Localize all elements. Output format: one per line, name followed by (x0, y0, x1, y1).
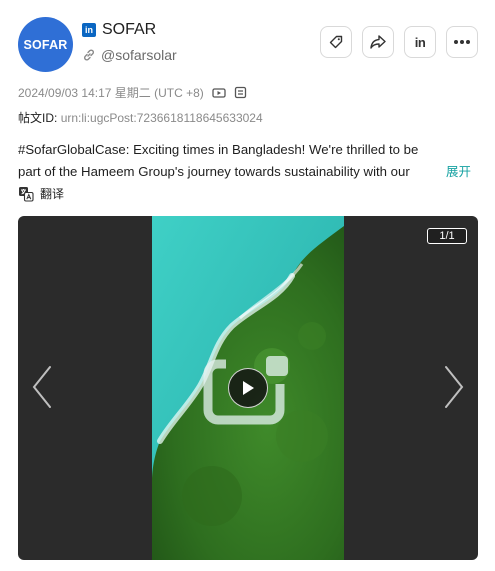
post-text-line: #SofarGlobalCase: Exciting times in Bang… (18, 142, 419, 157)
video-icon[interactable] (212, 87, 226, 99)
handle-row: @sofarsolar (82, 47, 177, 63)
prev-button[interactable] (28, 364, 56, 410)
expand-link[interactable]: 展开 (446, 161, 471, 183)
share-icon (370, 35, 386, 49)
translate-button[interactable]: 翻译 (18, 185, 64, 202)
account-name-row: in SOFAR (82, 21, 156, 39)
account-handle[interactable]: @sofarsolar (101, 47, 177, 63)
avatar-logo-text: SOFAR (23, 37, 68, 52)
more-icon (454, 40, 470, 44)
play-icon (243, 381, 254, 395)
action-buttons: in (320, 26, 478, 58)
tag-icon (329, 35, 343, 49)
post-text-line: part of the Hameem Group's journey towar… (18, 164, 410, 179)
link-icon (82, 48, 96, 62)
play-button[interactable] (228, 368, 268, 408)
linkedin-button[interactable]: in (404, 26, 436, 58)
chevron-right-icon (445, 366, 464, 408)
next-button[interactable] (440, 364, 468, 410)
linkedin-badge-icon: in (82, 23, 96, 37)
more-button[interactable] (446, 26, 478, 58)
translate-icon (19, 186, 34, 202)
chevron-left-icon (32, 366, 51, 408)
post-header: SOFAR in SOFAR @sofarsolar in (18, 17, 478, 73)
media-counter: 1/1 (427, 228, 467, 244)
post-id-label: 帖文ID: (18, 111, 58, 125)
post-id-value: urn:li:ugcPost:7236618118645633024 (60, 111, 263, 125)
avatar[interactable]: SOFAR (18, 17, 73, 72)
media-carousel: 1/1 (18, 216, 478, 560)
account-name[interactable]: SOFAR (102, 21, 156, 39)
post-body: #SofarGlobalCase: Exciting times in Bang… (18, 139, 478, 183)
image-icon[interactable] (234, 86, 247, 99)
post-id-row: 帖文ID: urn:li:ugcPost:7236618118645633024 (18, 109, 263, 126)
post-datetime: 2024/09/03 14:17 星期二 (UTC +8) (18, 86, 204, 100)
share-button[interactable] (362, 26, 394, 58)
translate-label: 翻译 (40, 187, 65, 201)
linkedin-icon: in (414, 34, 426, 50)
tag-button[interactable] (320, 26, 352, 58)
post-meta: 2024/09/03 14:17 星期二 (UTC +8) (18, 84, 247, 101)
